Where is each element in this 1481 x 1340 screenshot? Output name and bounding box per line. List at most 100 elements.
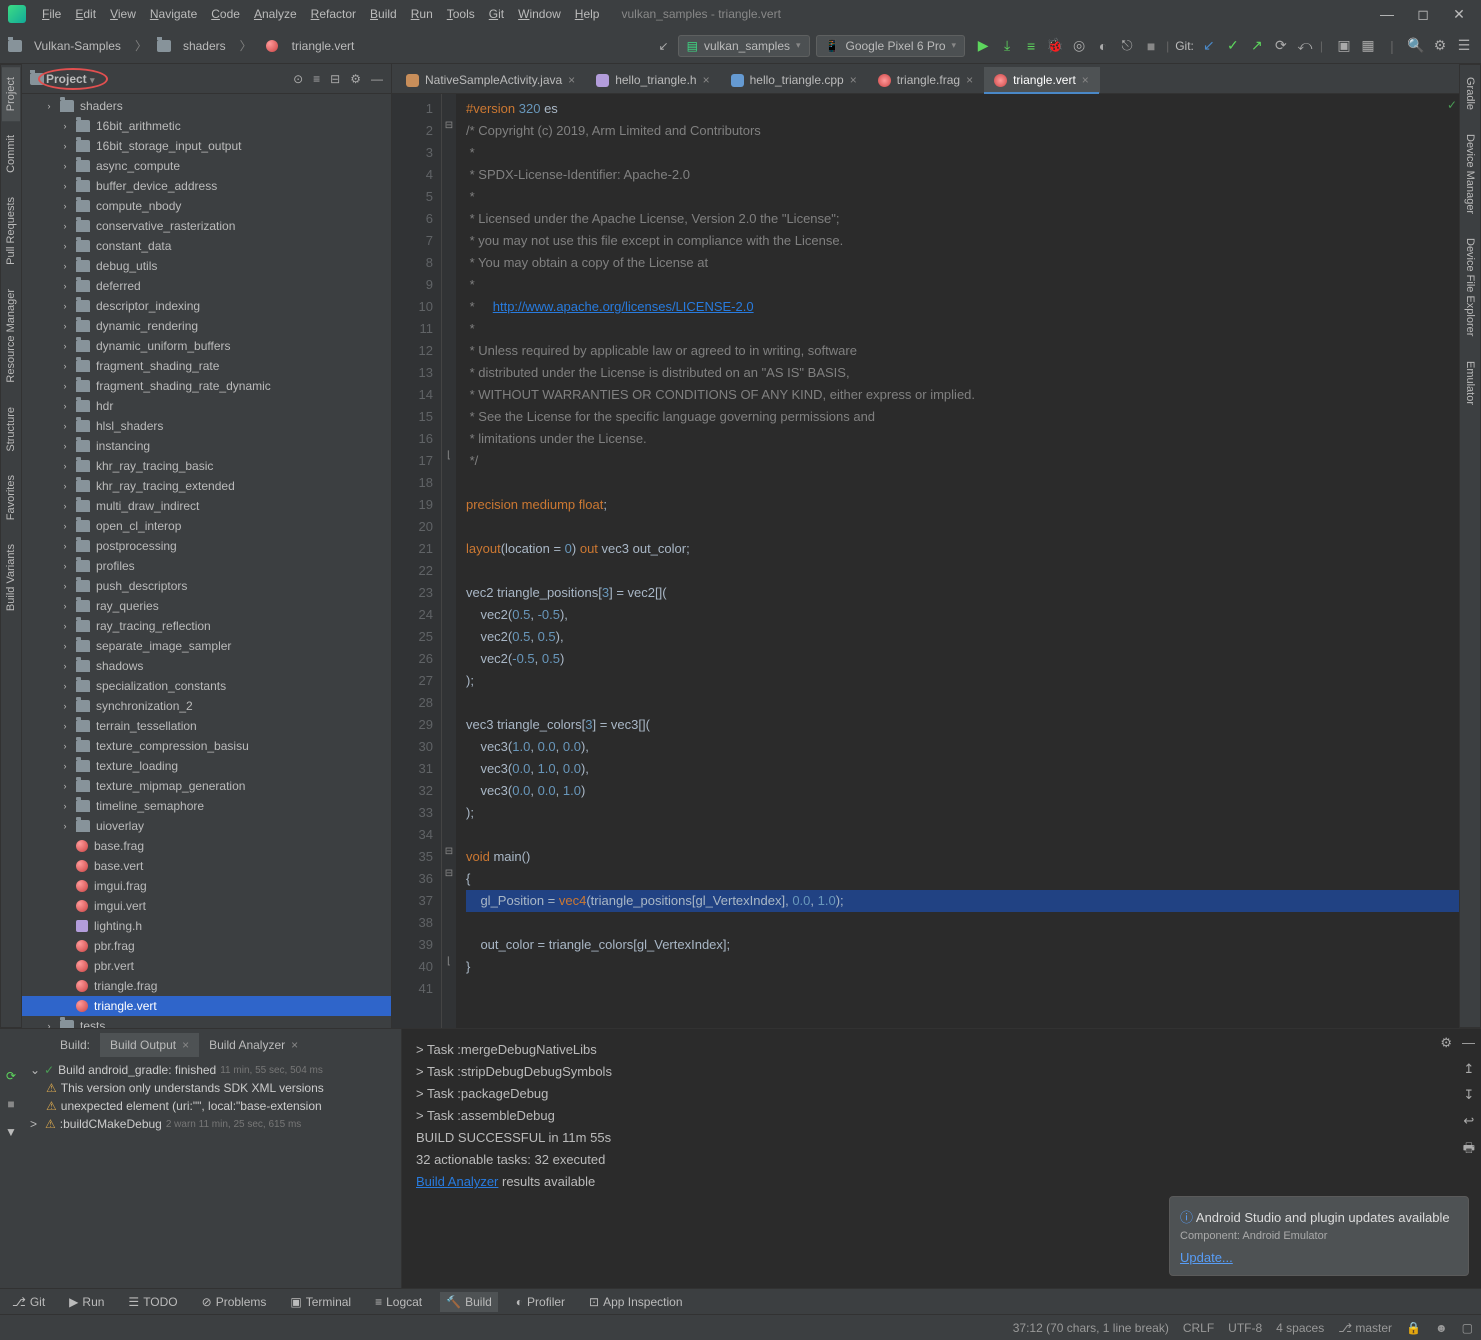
coverage-button[interactable]: ◎ [1070, 37, 1088, 55]
tree-item[interactable]: ›texture_loading [22, 756, 391, 776]
profile-button[interactable]: ◐ [1094, 37, 1112, 55]
minimize-button[interactable]: — [1373, 6, 1401, 23]
stop-button[interactable]: ■ [1142, 37, 1160, 55]
side-tab-gradle[interactable]: Gradle [1461, 67, 1479, 120]
caret-position[interactable]: 37:12 (70 chars, 1 line break) [1013, 1321, 1169, 1335]
tree-item[interactable]: ›dynamic_rendering [22, 316, 391, 336]
run-config-dropdown[interactable]: ▤vulkan_samples▾ [678, 35, 810, 57]
tree-item[interactable]: ›16bit_storage_input_output [22, 136, 391, 156]
editor-tab[interactable]: triangle.frag× [868, 67, 984, 93]
menu-git[interactable]: Git [483, 3, 510, 25]
tree-item[interactable]: ›instancing [22, 436, 391, 456]
tree-item[interactable]: ›buffer_device_address [22, 176, 391, 196]
tree-item[interactable]: ›fragment_shading_rate [22, 356, 391, 376]
tree-item[interactable]: ›dynamic_uniform_buffers [22, 336, 391, 356]
tool-window-git[interactable]: ⎇Git [6, 1292, 51, 1312]
tree-item[interactable]: ›hdr [22, 396, 391, 416]
line-gutter[interactable]: 1234567891011121314151617181920212223242… [392, 94, 442, 1028]
expand-all-button[interactable]: ≡ [313, 72, 320, 86]
build-output-tab[interactable]: Build Output× [100, 1033, 199, 1057]
tree-item[interactable]: ›texture_mipmap_generation [22, 776, 391, 796]
apply-code-button[interactable]: ≡ [1022, 37, 1040, 55]
tree-item[interactable]: ›terrain_tessellation [22, 716, 391, 736]
menu-help[interactable]: Help [569, 3, 606, 25]
tree-item[interactable]: ›profiles [22, 556, 391, 576]
menu-build[interactable]: Build [364, 3, 403, 25]
tree-item[interactable]: ›hlsl_shaders [22, 416, 391, 436]
tree-item[interactable]: pbr.vert [22, 956, 391, 976]
editor-tab[interactable]: hello_triangle.h× [586, 67, 720, 93]
tree-item[interactable]: ›deferred [22, 276, 391, 296]
tree-item[interactable]: ›ray_tracing_reflection [22, 616, 391, 636]
tool-window-todo[interactable]: ☰TODO [122, 1292, 183, 1312]
tree-item[interactable]: ›khr_ray_tracing_basic [22, 456, 391, 476]
project-tree[interactable]: ›shaders›16bit_arithmetic›16bit_storage_… [22, 94, 391, 1028]
tree-item[interactable]: base.vert [22, 856, 391, 876]
collapse-all-button[interactable]: ⊟ [330, 72, 340, 86]
fold-gutter[interactable]: ⊟⌊⊟⊟⌊ [442, 94, 456, 1028]
tool-window-terminal[interactable]: ▣Terminal [284, 1292, 357, 1312]
filter-button[interactable]: ▼ [5, 1125, 17, 1139]
menu-edit[interactable]: Edit [69, 3, 102, 25]
git-update-button[interactable]: ↙ [1200, 37, 1218, 55]
man-icon[interactable]: ☻ [1435, 1321, 1448, 1335]
memory-icon[interactable]: ▢ [1462, 1321, 1473, 1335]
git-branch[interactable]: ⎇ master [1338, 1321, 1392, 1335]
editor-tab[interactable]: hello_triangle.cpp× [721, 67, 868, 93]
tree-item[interactable]: ›khr_ray_tracing_extended [22, 476, 391, 496]
tree-item[interactable]: ›timeline_semaphore [22, 796, 391, 816]
tree-item[interactable]: ›debug_utils [22, 256, 391, 276]
maximize-button[interactable]: ◻ [1409, 6, 1437, 23]
side-tab-favorites[interactable]: Favorites [2, 465, 20, 530]
device-dropdown[interactable]: 📱Google Pixel 6 Pro▾ [816, 35, 966, 57]
side-tab-resource-manager[interactable]: Resource Manager [2, 279, 20, 393]
side-tab-commit[interactable]: Commit [2, 125, 20, 183]
panel-settings-button[interactable]: ⚙ [350, 72, 361, 86]
tree-item[interactable]: ›shaders [22, 96, 391, 116]
tree-item[interactable]: ›conservative_rasterization [22, 216, 391, 236]
menu-analyze[interactable]: Analyze [248, 3, 303, 25]
debug-button[interactable]: 🐞 [1046, 37, 1064, 55]
tree-item[interactable]: ›tests [22, 1016, 391, 1028]
menu-code[interactable]: Code [205, 3, 246, 25]
git-commit-button[interactable]: ✓ [1224, 37, 1242, 55]
breadcrumb[interactable]: Vulkan-Samples 〉shaders 〉triangle.vert [8, 35, 358, 56]
menu-refactor[interactable]: Refactor [305, 3, 362, 25]
tool-window-profiler[interactable]: ◐Profiler [510, 1292, 571, 1312]
side-tab-device-file-explorer[interactable]: Device File Explorer [1461, 228, 1479, 346]
menu-view[interactable]: View [104, 3, 142, 25]
line-separator[interactable]: CRLF [1183, 1321, 1214, 1335]
settings-button[interactable]: ⚙ [1431, 37, 1449, 55]
side-tab-structure[interactable]: Structure [2, 397, 20, 462]
panel-hide-icon[interactable]: — [1462, 1035, 1475, 1051]
hide-panel-button[interactable]: — [371, 72, 383, 86]
code-editor[interactable]: #version 320 es/* Copyright (c) 2019, Ar… [456, 94, 1459, 1028]
build-output[interactable]: ⚙ — ↥ ↧ ↩ 🖶 > Task :mergeDebugNativeLibs… [402, 1029, 1481, 1288]
side-tab-emulator[interactable]: Emulator [1461, 351, 1479, 415]
side-tab-pull-requests[interactable]: Pull Requests [2, 187, 20, 275]
notifications-button[interactable]: ☰ [1455, 37, 1473, 55]
tree-item[interactable]: ›uioverlay [22, 816, 391, 836]
tool-window-build[interactable]: 🔨Build [440, 1292, 498, 1312]
tree-item[interactable]: ›separate_image_sampler [22, 636, 391, 656]
tree-item[interactable]: imgui.vert [22, 896, 391, 916]
panel-settings-icon[interactable]: ⚙ [1440, 1035, 1452, 1051]
tree-item[interactable]: ›fragment_shading_rate_dynamic [22, 376, 391, 396]
tree-item[interactable]: ›postprocessing [22, 536, 391, 556]
avd-button[interactable]: ▣ [1335, 37, 1353, 55]
git-push-button[interactable]: ↗ [1248, 37, 1266, 55]
apply-changes-button[interactable]: ⤓ [998, 37, 1016, 55]
select-opened-file-button[interactable]: ⊙ [293, 72, 303, 86]
project-view-selector[interactable]: Project ▾ [46, 72, 95, 86]
side-tab-build-variants[interactable]: Build Variants [2, 534, 20, 621]
editor-tab[interactable]: triangle.vert× [984, 67, 1100, 93]
side-tab-device-manager[interactable]: Device Manager [1461, 124, 1479, 224]
tree-item[interactable]: lighting.h [22, 916, 391, 936]
build-analyzer-tab[interactable]: Build Analyzer× [199, 1033, 308, 1057]
tree-item[interactable]: ›push_descriptors [22, 576, 391, 596]
tree-item[interactable]: triangle.vert [22, 996, 391, 1016]
stop-build-button[interactable]: ■ [7, 1097, 14, 1111]
tree-item[interactable]: ›texture_compression_basisu [22, 736, 391, 756]
build-tree[interactable]: ⌄✓ Build android_gradle: finished 11 min… [22, 1057, 401, 1288]
menu-run[interactable]: Run [405, 3, 439, 25]
